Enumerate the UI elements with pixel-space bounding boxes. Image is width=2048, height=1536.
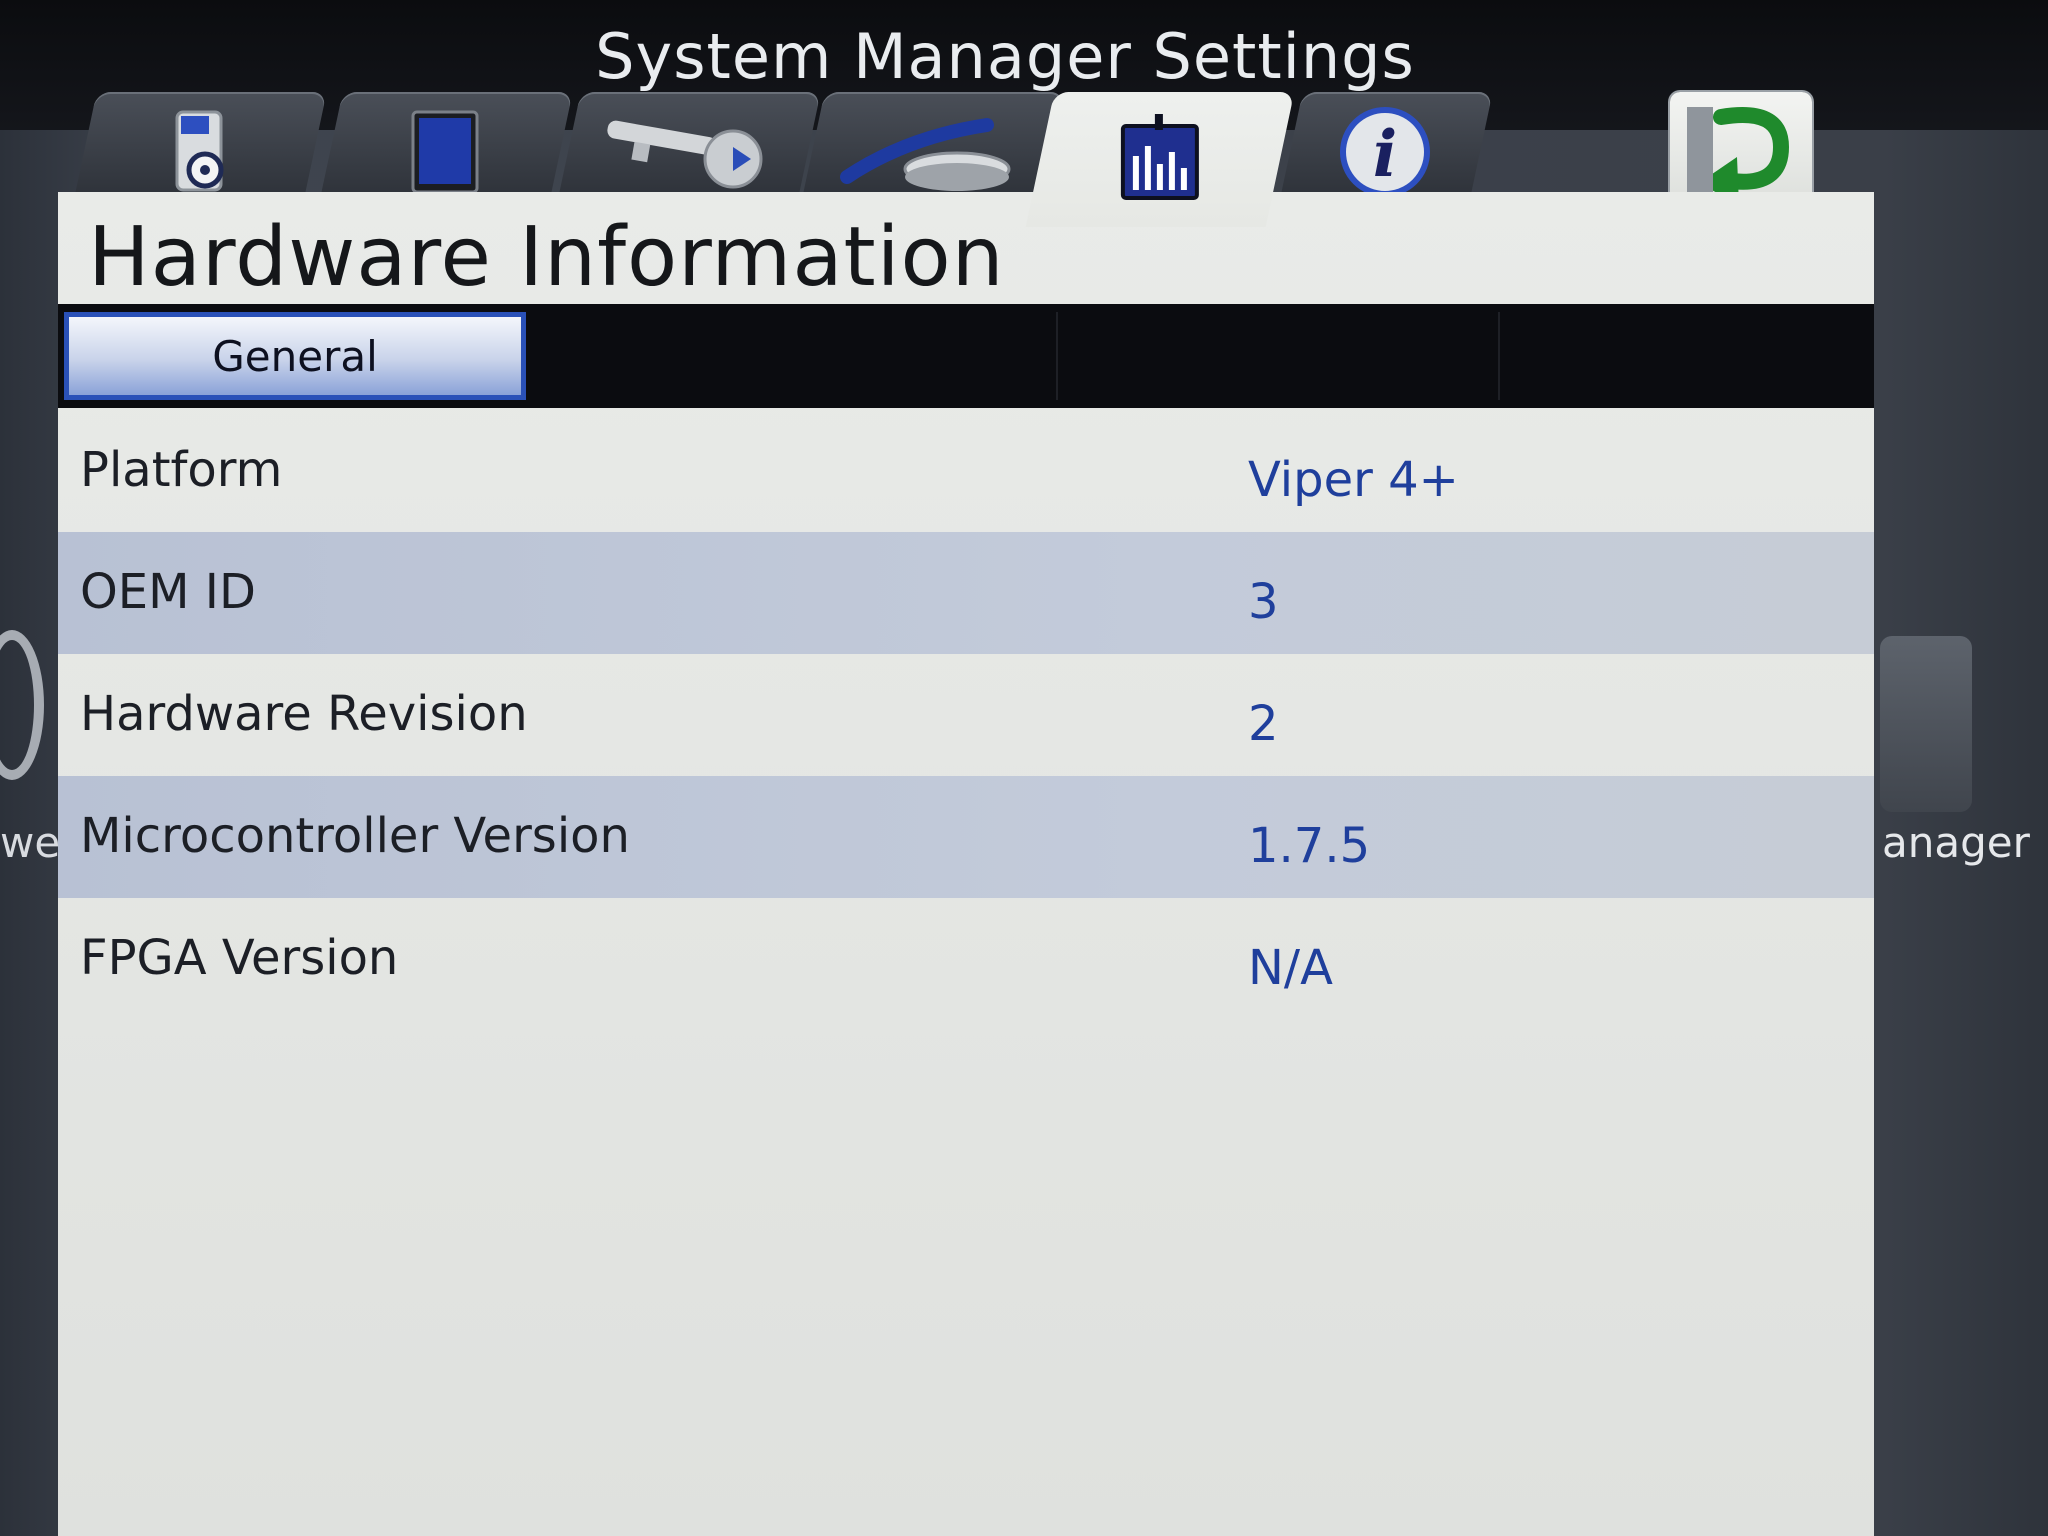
subtab-2[interactable] <box>536 312 1058 400</box>
device-settings-icon <box>149 104 249 200</box>
table-row: Platform Viper 4+ <box>58 410 1874 532</box>
info-table: Platform Viper 4+ OEM ID 3 Hardware Revi… <box>58 410 1874 1020</box>
background-app-label-left: we <box>0 818 61 867</box>
table-row: OEM ID 3 <box>58 532 1874 654</box>
subtab-bar: General <box>58 304 1874 408</box>
hardware-info-panel: Hardware Information General Platform Vi… <box>58 192 1874 1536</box>
display-icon <box>395 102 495 202</box>
row-label: FPGA Version <box>80 930 399 986</box>
screen: we anager System Manager Settings i Hard… <box>0 0 2048 1536</box>
window-title: System Manager Settings <box>595 20 1415 93</box>
bar-chart-icon <box>1115 112 1205 208</box>
row-label: Platform <box>80 442 283 498</box>
row-label: OEM ID <box>80 564 256 620</box>
svg-text:i: i <box>1373 117 1397 192</box>
row-value: N/A <box>1248 940 1333 996</box>
row-value: 2 <box>1248 696 1279 752</box>
table-row: FPGA Version N/A <box>58 898 1874 1020</box>
table-row: Microcontroller Version 1.7.5 <box>58 776 1874 898</box>
subtab-general[interactable]: General <box>64 312 526 400</box>
tab-hardware[interactable] <box>1025 92 1295 227</box>
implement-icon <box>837 107 1027 197</box>
key-icon <box>593 107 783 197</box>
info-icon: i <box>1335 102 1435 202</box>
row-value: 3 <box>1248 574 1279 630</box>
row-value: Viper 4+ <box>1248 452 1459 508</box>
subtab-4[interactable] <box>1500 312 1870 400</box>
page-title: Hardware Information <box>88 210 1005 305</box>
row-label: Microcontroller Version <box>80 808 630 864</box>
row-value: 1.7.5 <box>1248 818 1371 874</box>
background-app-icon-right <box>1880 636 1972 812</box>
background-app-label-right: anager <box>1882 818 2030 867</box>
row-label: Hardware Revision <box>80 686 528 742</box>
background-app-icon-left <box>0 630 44 780</box>
table-row: Hardware Revision 2 <box>58 654 1874 776</box>
subtab-3[interactable] <box>1058 312 1500 400</box>
